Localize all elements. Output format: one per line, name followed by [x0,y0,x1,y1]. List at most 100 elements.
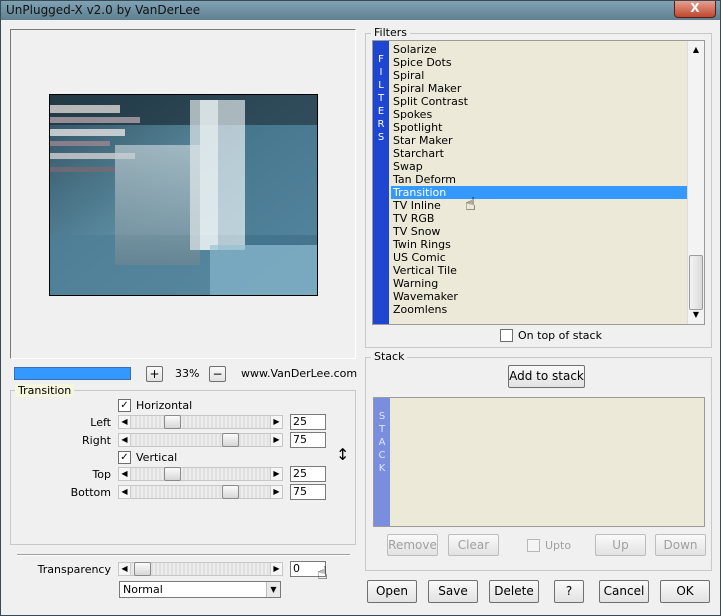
bottom-slider-increase-icon[interactable]: ▶ [270,486,282,498]
filter-item[interactable]: Spiral Maker [391,82,687,95]
close-button[interactable]: X [674,1,716,18]
right-slider-thumb[interactable] [222,433,239,447]
render-progress-bar [14,367,131,380]
top-value-input[interactable]: 25 [290,466,326,482]
filter-item[interactable]: Twin Rings [391,238,687,251]
preview-artwork [50,95,317,295]
filter-item[interactable]: Split Contrast [391,95,687,108]
filter-item[interactable]: TV Inline [391,199,687,212]
filter-item[interactable]: Spokes [391,108,687,121]
scroll-down-icon[interactable]: ▼ [690,309,702,321]
stack-group-label: Stack [371,350,408,363]
zoom-level: 33% [175,367,200,380]
vertical-label: Vertical [136,451,178,464]
filter-item[interactable]: Tan Deform [391,173,687,186]
save-button[interactable]: Save [428,580,478,603]
help-button[interactable]: ? [554,580,584,603]
on-top-of-stack-label: On top of stack [518,329,602,342]
top-slider-increase-icon[interactable]: ▶ [270,468,282,480]
chevron-down-icon[interactable]: ▼ [266,582,280,597]
left-slider-track[interactable] [133,416,268,428]
filter-item[interactable]: Solarize [391,43,687,56]
filter-item[interactable]: Spiral [391,69,687,82]
delete-button[interactable]: Delete [489,580,539,603]
plugin-window: UnPlugged-X v2.0 by VanDerLee X + 33% − … [0,0,721,616]
website-link[interactable]: www.VanDerLee.com [241,367,357,380]
ok-button[interactable]: OK [660,580,710,603]
zoom-in-button[interactable]: + [146,366,163,382]
hand-pointer-icon: ☝ [465,194,476,215]
filters-items: Solarize Spice Dots Spiral Spiral Maker Spli… [391,43,687,316]
horizontal-checkbox[interactable]: ✓ [118,399,131,412]
bottom-value-input[interactable]: 75 [290,484,326,500]
filter-item[interactable]: Star Maker [391,134,687,147]
left-slider-decrease-icon[interactable]: ◀ [119,416,131,428]
add-to-stack-button[interactable]: Add to stack [508,365,585,388]
filters-scrollbar[interactable]: ▲ ▼ [687,41,704,324]
filters-group-label: Filters [371,26,410,39]
right-slider-increase-icon[interactable]: ▶ [270,434,282,446]
transparency-divider [17,554,350,556]
upto-checkbox[interactable] [527,539,540,552]
left-value-input[interactable]: 25 [290,414,326,430]
right-slider-decrease-icon[interactable]: ◀ [119,434,131,446]
filter-item[interactable]: US Comic [391,251,687,264]
open-button[interactable]: Open [367,580,417,603]
window-title: UnPlugged-X v2.0 by VanDerLee [6,3,201,17]
up-button[interactable]: Up [595,534,646,556]
remove-button[interactable]: Remove [387,534,438,556]
cancel-button[interactable]: Cancel [599,580,649,603]
transparency-decrease-icon[interactable]: ◀ [119,563,131,575]
left-label: Left [90,416,111,429]
bottom-slider-track[interactable] [133,486,268,498]
filter-item[interactable]: Starchart [391,147,687,160]
top-slider-thumb[interactable] [164,467,181,481]
right-label: Right [82,434,111,447]
filter-item[interactable]: Warning [391,277,687,290]
filter-item[interactable]: Spotlight [391,121,687,134]
transparency-slider[interactable]: ◀ ▶ [118,562,283,576]
filters-list[interactable]: FILTERS Solarize Spice Dots Spiral Spiral M… [372,40,705,325]
top-label: Top [92,468,111,481]
filter-item[interactable]: Wavemaker [391,290,687,303]
vertical-double-arrow-icon[interactable]: ↕ [336,445,349,464]
upto-label: Upto [545,539,572,552]
vertical-checkbox[interactable]: ✓ [118,451,131,464]
filter-item[interactable]: TV Snow [391,225,687,238]
preview-image [49,94,318,296]
filters-scroll-thumb[interactable] [689,255,703,310]
title-bar[interactable]: UnPlugged-X v2.0 by VanDerLee X [1,1,720,20]
right-slider[interactable]: ◀ ▶ [118,433,283,447]
filters-band: FILTERS [373,41,389,324]
bottom-slider-decrease-icon[interactable]: ◀ [119,486,131,498]
transparency-label: Transparency [37,563,111,576]
horizontal-label: Horizontal [136,399,193,412]
filter-item[interactable]: Vertical Tile [391,264,687,277]
top-slider-track[interactable] [133,468,268,480]
right-slider-track[interactable] [133,434,268,446]
filter-item[interactable]: Swap [391,160,687,173]
transparency-increase-icon[interactable]: ▶ [270,563,282,575]
left-slider[interactable]: ◀ ▶ [118,415,283,429]
top-slider[interactable]: ◀ ▶ [118,467,283,481]
bottom-slider-thumb[interactable] [222,485,239,499]
right-value-input[interactable]: 75 [290,432,326,448]
transparency-track[interactable] [133,563,268,575]
clear-button[interactable]: Clear [448,534,499,556]
stack-list[interactable]: STACK [373,397,705,527]
blend-mode-select[interactable]: Normal ▼ [119,581,281,598]
transparency-thumb[interactable] [134,562,151,576]
filter-item[interactable]: Spice Dots [391,56,687,69]
top-slider-decrease-icon[interactable]: ◀ [119,468,131,480]
bottom-slider[interactable]: ◀ ▶ [118,485,283,499]
filter-item[interactable]: TV RGB [391,212,687,225]
left-slider-increase-icon[interactable]: ▶ [270,416,282,428]
on-top-of-stack-checkbox[interactable] [500,329,513,342]
zoom-out-button[interactable]: − [209,366,226,382]
down-button[interactable]: Down [655,534,706,556]
filter-item[interactable]: Transition [391,186,687,199]
scroll-up-icon[interactable]: ▲ [690,44,702,56]
filter-item[interactable]: Zoomlens [391,303,687,316]
bottom-label: Bottom [70,486,111,499]
left-slider-thumb[interactable] [164,415,181,429]
